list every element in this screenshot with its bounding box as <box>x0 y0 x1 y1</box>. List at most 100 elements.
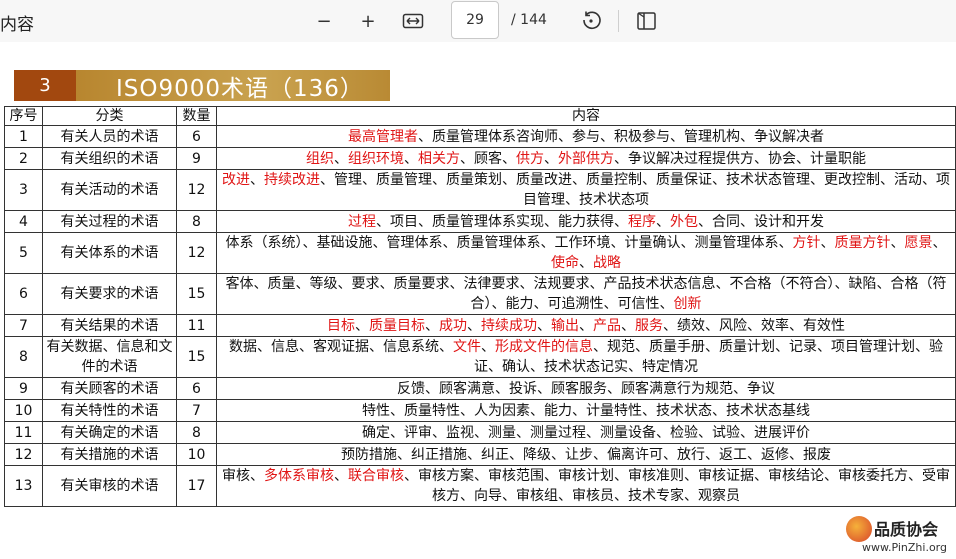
page-number-input[interactable]: 29 <box>451 1 499 39</box>
highlighted-term: 创新 <box>673 296 702 312</box>
row-number: 13 <box>4 465 43 507</box>
table-row: 2 有关组织的术语 9 组织、组织环境、相关方、顾客、供方、外部供方、争议解决过程提供… <box>4 147 956 170</box>
term-text: 、 <box>579 317 593 334</box>
row-number: 4 <box>4 210 43 233</box>
term-text: 、 <box>932 235 947 251</box>
highlighted-term: 过程 <box>348 213 376 230</box>
terms-table: 序号 分类 数量 内容 1 有关人员的术语 6 最高管理者、质量管理体系咨询师、参与、… <box>4 106 956 507</box>
table-row: 9 有关顾客的术语 6 反馈、顾客满意、投诉、顾客服务、顾客满意行为规范、争议 <box>4 377 956 400</box>
row-content: 客体、质量、等级、要求、质量要求、法律要求、法规要求、产品技术状态信息、不合格（… <box>216 273 956 315</box>
row-content: 组织、组织环境、相关方、顾客、供方、外部供方、争议解决过程提供方、协会、计量职能 <box>216 147 956 170</box>
fit-width-icon <box>402 13 424 29</box>
row-category: 有关体系的术语 <box>42 232 177 274</box>
term-text: 、质量管理体系咨询师、参与、积极参与、管理机构、争议解决者 <box>418 128 824 145</box>
row-count: 7 <box>176 399 217 422</box>
term-text: 、合同、设计和开发 <box>698 213 824 230</box>
row-category: 有关组织的术语 <box>42 147 177 170</box>
row-number: 2 <box>4 147 43 170</box>
zoom-in-button[interactable]: + <box>355 8 381 34</box>
highlighted-term: 方针 <box>792 235 821 251</box>
term-text: 、 <box>250 172 264 188</box>
table-row: 6 有关要求的术语 15 客体、质量、等级、要求、质量要求、法律要求、法规要求、产品技… <box>4 273 956 315</box>
term-text: 特性、质量特性、人为因素、能力、计量特性、技术状态、技术状态基线 <box>362 402 810 419</box>
table-row: 7 有关结果的术语 11 目标、质量目标、成功、持续成功、输出、产品、服务、绩效、风险… <box>4 314 956 337</box>
highlighted-term: 外包 <box>670 213 698 230</box>
term-text: 、 <box>481 339 495 355</box>
highlighted-term: 持续成功 <box>481 317 537 334</box>
table-row: 4 有关过程的术语 8 过程、项目、质量管理体系实现、能力获得、程序、外包、合同、设计… <box>4 210 956 233</box>
zoom-out-button[interactable]: − <box>311 8 337 34</box>
term-text: 、 <box>355 317 369 334</box>
watermark-url: www.PinZhi.org <box>862 541 947 554</box>
row-content: 反馈、顾客满意、投诉、顾客服务、顾客满意行为规范、争议 <box>216 377 956 400</box>
term-text: 、 <box>467 317 481 334</box>
fit-width-button[interactable] <box>400 8 426 34</box>
table-row: 1 有关人员的术语 6 最高管理者、质量管理体系咨询师、参与、积极参与、管理机构、争议… <box>4 125 956 148</box>
highlighted-term: 产品 <box>593 317 621 334</box>
highlighted-term: 输出 <box>551 317 579 334</box>
rotate-button[interactable] <box>578 8 604 34</box>
document-page: 3 ISO9000术语（136） 序号 分类 数量 内容 1 有关人员的术语 6 最高… <box>0 42 956 554</box>
highlighted-term: 联合审核 <box>348 468 404 484</box>
term-text: 确定、评审、监视、测量、测量过程、测量设备、检验、试验、进展评价 <box>362 424 810 441</box>
highlighted-term: 多体系审核 <box>264 468 334 484</box>
row-number: 11 <box>4 421 43 444</box>
row-category: 有关确定的术语 <box>42 421 177 444</box>
highlighted-term: 相关方 <box>418 150 460 167</box>
row-number: 12 <box>4 443 43 466</box>
highlighted-term: 持续改进 <box>264 172 320 188</box>
term-text: 、绩效、风险、效率、有效性 <box>663 317 845 334</box>
row-count: 6 <box>176 125 217 148</box>
term-text: 体系（系统）、基础设施、管理体系、质量管理体系、工作环境、计量确认、测量管理体系… <box>225 235 793 251</box>
pdf-toolbar: 内容 − + 29 / 144 <box>0 0 956 43</box>
term-text: 、 <box>334 468 348 484</box>
table-row: 11 有关确定的术语 8 确定、评审、监视、测量、测量过程、测量设备、检验、试验、进展… <box>4 421 956 444</box>
row-number: 3 <box>4 169 43 211</box>
highlighted-term: 成功 <box>439 317 467 334</box>
row-category: 有关顾客的术语 <box>42 377 177 400</box>
highlighted-term: 最高管理者 <box>348 128 418 145</box>
highlighted-term: 组织环境 <box>348 150 404 167</box>
term-text: 、 <box>820 235 835 251</box>
term-text: 审核、 <box>222 468 264 484</box>
row-number: 9 <box>4 377 43 400</box>
row-number: 7 <box>4 314 43 337</box>
row-number: 10 <box>4 399 43 422</box>
highlighted-term: 质量方针 <box>834 235 891 251</box>
document-title: 内容 <box>0 15 34 35</box>
row-number: 1 <box>4 125 43 148</box>
row-count: 15 <box>176 273 217 315</box>
row-category: 有关措施的术语 <box>42 443 177 466</box>
term-text: 、 <box>425 317 439 334</box>
row-count: 17 <box>176 465 217 507</box>
row-category: 有关人员的术语 <box>42 125 177 148</box>
highlighted-term: 文件 <box>453 339 481 355</box>
watermark-logo-icon <box>846 516 872 542</box>
rotate-icon <box>583 11 601 30</box>
row-content: 体系（系统）、基础设施、管理体系、质量管理体系、工作环境、计量确认、测量管理体系… <box>216 232 956 274</box>
term-text: 、项目、质量管理体系实现、能力获得、 <box>376 213 628 230</box>
term-text: 、 <box>579 255 593 271</box>
highlighted-term: 形成文件的信息 <box>495 339 593 355</box>
table-row: 3 有关活动的术语 12 改进、持续改进、管理、质量管理、质量策划、质量改进、质量控制… <box>4 169 956 211</box>
row-count: 12 <box>176 169 217 211</box>
row-content: 目标、质量目标、成功、持续成功、输出、产品、服务、绩效、风险、效率、有效性 <box>216 314 956 337</box>
watermark: 品质协会 www.PinZhi.org <box>846 512 956 559</box>
row-count: 8 <box>176 421 217 444</box>
term-text: 、 <box>621 317 635 334</box>
page-view-button[interactable] <box>634 8 660 34</box>
term-text: 客体、质量、等级、要求、质量要求、法律要求、法规要求、产品技术状态信息、不合格（… <box>225 276 947 312</box>
term-text: 、 <box>656 213 670 230</box>
term-text: 、 <box>404 150 418 167</box>
row-number: 8 <box>4 336 43 378</box>
section-banner: 3 ISO9000术语（136） <box>14 70 390 102</box>
term-text: 、 <box>334 150 348 167</box>
row-count: 6 <box>176 377 217 400</box>
row-content: 审核、多体系审核、联合审核、审核方案、审核范围、审核计划、审核准则、审核证据、审… <box>216 465 956 507</box>
highlighted-term: 愿景 <box>904 235 933 251</box>
page-total-label: / 144 <box>511 12 547 28</box>
table-header-row: 序号 分类 数量 内容 <box>4 106 956 126</box>
row-content: 改进、持续改进、管理、质量管理、质量策划、质量改进、质量控制、质量保证、技术状态… <box>216 169 956 211</box>
term-text: 数据、信息、客观证据、信息系统、 <box>229 339 453 355</box>
row-number: 6 <box>4 273 43 315</box>
